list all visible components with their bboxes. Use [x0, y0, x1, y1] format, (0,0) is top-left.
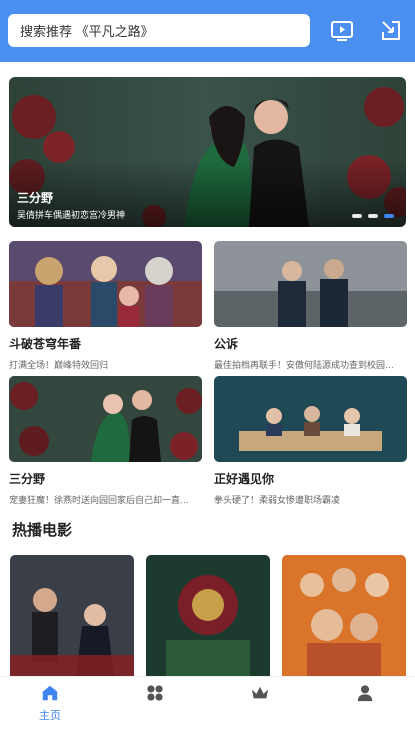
banner-title: 三分野 [17, 191, 54, 205]
banner-carousel[interactable]: 三分野 吴倩拼车偶遇初恋宫冷男神 [9, 77, 406, 227]
share-icon[interactable] [379, 19, 403, 43]
search-placeholder: 搜索推荐 《平凡之路》 [20, 24, 154, 39]
video-card[interactable]: 公诉 最佳拍档再联手！安傲何陆源成功查到校园… [214, 241, 407, 371]
movie-poster[interactable] [146, 555, 270, 678]
tab-vip[interactable] [230, 683, 290, 707]
video-card[interactable]: 正好遇见你 拳头硬了！柔弱女惨遭职场霸凌 [214, 376, 407, 506]
tab-category[interactable] [125, 683, 185, 707]
section-title-hot-movies: 热播电影 [12, 522, 73, 539]
video-card[interactable]: 斗破苍穹年番 打满全场！巅峰特效回归 [9, 241, 202, 371]
banner-subtitle: 吴倩拼车偶遇初恋宫冷男神 [17, 210, 126, 220]
home-icon [20, 683, 80, 703]
banner-image [9, 77, 406, 227]
tv-play-icon[interactable] [330, 19, 354, 43]
tab-profile[interactable] [335, 683, 395, 707]
bottom-tab-bar: 主页 [0, 676, 415, 730]
carousel-dot-active[interactable] [384, 214, 394, 218]
video-desc: 最佳拍档再联手！安傲何陆源成功查到校园… [214, 360, 395, 370]
video-thumbnail[interactable] [214, 241, 407, 327]
video-title: 公诉 [214, 337, 239, 351]
video-desc: 打满全场！巅峰特效回归 [9, 360, 109, 370]
carousel-dots [352, 214, 394, 218]
movie-poster[interactable] [282, 555, 406, 678]
video-desc: 拳头硬了！柔弱女惨遭职场霸凌 [214, 495, 341, 505]
carousel-dot[interactable] [368, 214, 378, 218]
video-desc: 宠妻狂魔！徐燕时送向园回家后自己却一直… [9, 495, 190, 505]
video-thumbnail[interactable] [9, 241, 202, 327]
carousel-dot[interactable] [352, 214, 362, 218]
crown-icon [230, 683, 290, 703]
tab-home-label: 主页 [39, 710, 61, 722]
video-card[interactable]: 三分野 宠妻狂魔！徐燕时送向园回家后自己却一直… [9, 376, 202, 506]
video-thumbnail[interactable] [214, 376, 407, 462]
top-bar: 搜索推荐 《平凡之路》 [0, 0, 415, 62]
movie-poster[interactable] [10, 555, 134, 678]
video-title: 三分野 [9, 472, 46, 486]
search-input[interactable]: 搜索推荐 《平凡之路》 [8, 14, 310, 47]
tab-home[interactable]: 主页 [20, 683, 80, 723]
user-icon [335, 683, 395, 703]
category-icon [125, 683, 185, 703]
video-thumbnail[interactable] [9, 376, 202, 462]
video-title: 正好遇见你 [214, 472, 275, 486]
video-title: 斗破苍穹年番 [9, 337, 82, 351]
